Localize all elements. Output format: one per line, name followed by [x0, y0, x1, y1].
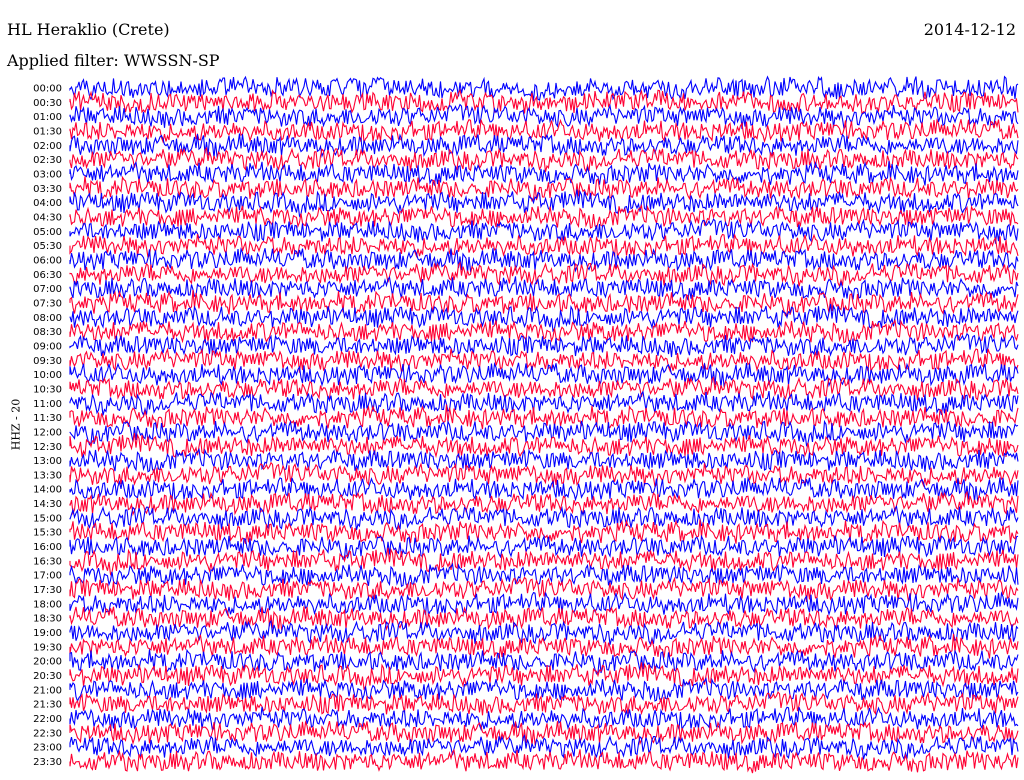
- row-time-label: 18:30: [33, 614, 62, 625]
- row-time-label: 00:30: [33, 98, 62, 109]
- row-time-label: 06:00: [33, 255, 62, 266]
- row-time-label: 16:00: [33, 542, 62, 553]
- row-time-label: 17:30: [33, 585, 62, 596]
- trace-line: [69, 447, 1019, 474]
- trace-line: [69, 261, 1019, 288]
- row-time-label: 07:30: [33, 298, 62, 309]
- trace-line: [69, 461, 1019, 489]
- row-time-label: 09:00: [33, 341, 62, 352]
- trace-line: [69, 361, 1019, 388]
- trace-line: [69, 133, 1019, 159]
- trace-line: [69, 347, 1019, 374]
- row-time-label: 20:30: [33, 671, 62, 682]
- row-time-label: 11:30: [33, 413, 62, 424]
- row-time-label: 19:00: [33, 628, 62, 639]
- row-time-label: 12:00: [33, 427, 62, 438]
- row-time-label: 01:30: [33, 126, 62, 137]
- row-time-label: 22:30: [33, 728, 62, 739]
- row-time-label: 03:30: [33, 184, 62, 195]
- trace-line: [69, 289, 1019, 317]
- row-time-label: 08:00: [33, 313, 62, 324]
- tick-label-group: 00:00 00:30 01:00 01:30 02:00 02:30 03:00 03:30…: [33, 84, 62, 769]
- row-time-label: 02:30: [33, 155, 62, 166]
- row-time-label: 08:30: [33, 327, 62, 338]
- row-time-label: 19:30: [33, 642, 62, 653]
- trace-line: [69, 118, 1019, 144]
- row-time-label: 03:00: [33, 169, 62, 180]
- row-time-label: 12:30: [33, 442, 62, 453]
- trace-line: [69, 719, 1019, 746]
- row-time-label: 18:00: [33, 599, 62, 610]
- row-time-label: 05:00: [33, 227, 62, 238]
- row-time-label: 14:00: [33, 485, 62, 496]
- seismogram-plot: 00:00 00:30 01:00 01:30 02:00 02:30 03:00 03:30…: [33, 75, 1019, 774]
- row-time-label: 05:30: [33, 241, 62, 252]
- row-time-label: 23:30: [33, 757, 62, 768]
- trace-line: [69, 218, 1019, 244]
- trace-line: [69, 75, 1019, 102]
- row-time-label: 21:00: [33, 685, 62, 696]
- trace-line: [69, 189, 1019, 218]
- row-time-label: 11:00: [33, 399, 62, 410]
- row-time-label: 15:30: [33, 528, 62, 539]
- trace-line: [69, 576, 1019, 604]
- row-time-label: 22:00: [33, 714, 62, 725]
- row-time-label: 01:00: [33, 112, 62, 123]
- row-time-label: 16:30: [33, 556, 62, 567]
- trace-line: [69, 534, 1019, 561]
- trace-group: [69, 75, 1019, 774]
- row-time-label: 10:00: [33, 370, 62, 381]
- row-time-label: 00:00: [33, 84, 62, 95]
- trace-line: [69, 146, 1019, 174]
- row-time-label: 20:00: [33, 657, 62, 668]
- row-time-label: 13:00: [33, 456, 62, 467]
- row-time-label: 13:30: [33, 470, 62, 481]
- row-time-label: 15:00: [33, 513, 62, 524]
- row-time-label: 14:30: [33, 499, 62, 510]
- trace-line: [69, 160, 1019, 186]
- row-time-label: 17:00: [33, 571, 62, 582]
- trace-line: [69, 390, 1019, 417]
- trace-line: [69, 175, 1019, 202]
- row-time-label: 21:30: [33, 700, 62, 711]
- row-time-label: 04:30: [33, 212, 62, 223]
- row-time-label: 10:30: [33, 384, 62, 395]
- row-time-label: 04:00: [33, 198, 62, 209]
- trace-line: [69, 691, 1019, 716]
- trace-line: [69, 734, 1019, 761]
- row-time-label: 02:00: [33, 141, 62, 152]
- row-time-label: 09:30: [33, 356, 62, 367]
- row-time-label: 23:00: [33, 743, 62, 754]
- row-time-label: 07:00: [33, 284, 62, 295]
- row-time-label: 06:30: [33, 270, 62, 281]
- trace-line: [69, 748, 1019, 774]
- trace-line: [69, 648, 1019, 675]
